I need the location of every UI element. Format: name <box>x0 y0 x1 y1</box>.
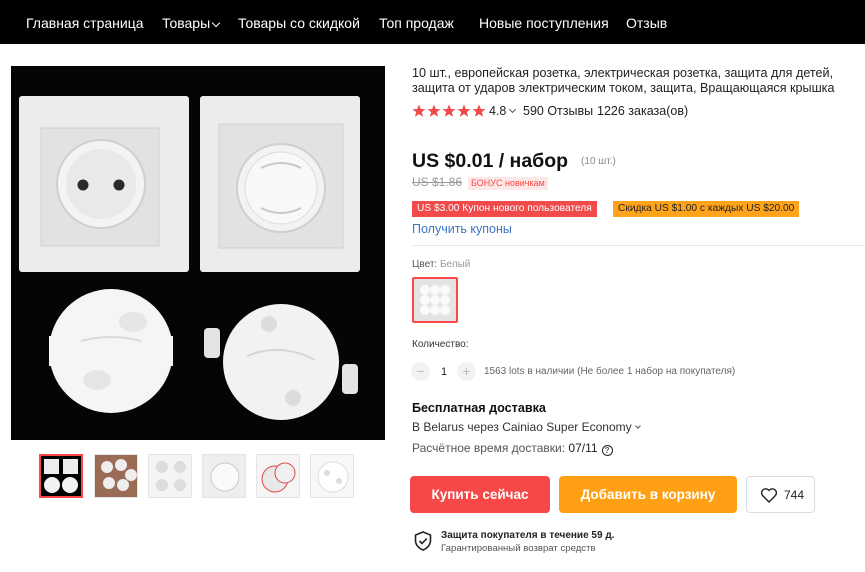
product-title: 10 шт., европейская розетка, электрическ… <box>412 66 835 95</box>
top-navigation-bar: Главная страница Товары Товары со скидко… <box>0 0 865 44</box>
rating-value: 4.8 <box>489 104 507 118</box>
thumbnail-2[interactable] <box>94 454 138 498</box>
nav-item-home[interactable]: Главная страница <box>26 0 144 44</box>
thumbnail-3[interactable] <box>148 454 192 498</box>
thumbnail-image <box>257 455 299 497</box>
socket-covers-illustration <box>11 66 385 440</box>
buyer-protection-subtitle: Гарантированный возврат средств <box>441 543 596 554</box>
wishlist-button[interactable]: 744 <box>746 476 815 513</box>
chevron-down-icon <box>211 18 221 28</box>
rating-stars-icon <box>412 104 486 117</box>
discount-coupon[interactable]: Скидка US $1.00 с каждых US $20.00 <box>613 201 800 217</box>
divider <box>412 245 865 246</box>
thumbnail-4[interactable] <box>202 454 246 498</box>
color-value: Белый <box>439 259 471 270</box>
current-price: US $0.01 / набор <box>412 150 569 172</box>
old-price: US $1.86 <box>412 175 463 189</box>
color-swatch-white[interactable] <box>412 277 458 323</box>
quantity-decrease-button[interactable]: − <box>411 362 430 381</box>
nav-item-label: Отзыв <box>626 15 668 31</box>
buyer-protection-title: Защита покупателя в течение 59 д. <box>441 530 615 541</box>
nav-item-products[interactable]: Товары <box>162 0 221 44</box>
nav-item-label: Главная страница <box>26 15 144 31</box>
main-product-image[interactable] <box>11 66 385 440</box>
nav-item-label: Новые поступления <box>479 15 609 31</box>
thumbnail-image <box>203 455 245 497</box>
shipping-title: Бесплатная доставка <box>412 401 546 415</box>
chevron-down-icon <box>634 423 641 429</box>
shipping-destination: В Belarus через Cainiao Super Economy <box>412 420 632 434</box>
stock-info: 1563 lots в наличии (Не более 1 набор на… <box>484 366 736 377</box>
chevron-down-icon[interactable] <box>508 105 517 114</box>
nav-item-new-arrivals[interactable]: Новые поступления <box>479 0 609 44</box>
reviews-link[interactable]: 590 Отзывы <box>523 103 593 119</box>
shield-check-icon <box>414 531 432 551</box>
color-label: Цвет: Белый <box>412 259 470 270</box>
thumbnail-image <box>311 455 353 497</box>
thumbnail-image <box>95 455 137 497</box>
nav-item-label: Топ продаж <box>379 15 454 31</box>
bonus-badge: БОНУС новичкам <box>468 177 548 190</box>
delivery-estimate: Расчётное время доставки: 07/11? <box>412 441 613 456</box>
orders-count: 1226 заказа(ов) <box>597 104 689 118</box>
price-unit: (10 шт.) <box>581 156 616 167</box>
quantity-label: Количество: <box>412 339 469 350</box>
color-label-text: Цвет: <box>412 259 438 270</box>
nav-item-feedback[interactable]: Отзыв <box>626 0 667 44</box>
thumbnail-1[interactable] <box>39 454 83 498</box>
wishlist-count: 744 <box>784 488 805 502</box>
nav-item-label: Товары <box>162 15 211 31</box>
nav-item-discounted[interactable]: Товары со скидкой <box>238 0 360 44</box>
thumbnail-6[interactable] <box>310 454 354 498</box>
swatch-image <box>414 279 456 321</box>
buy-now-button[interactable]: Купить сейчас <box>410 476 550 513</box>
thumbnail-image <box>41 456 81 496</box>
question-icon[interactable]: ? <box>601 445 613 456</box>
thumbnail-5[interactable] <box>256 454 300 498</box>
eta-label: Расчётное время доставки: <box>412 441 566 455</box>
get-coupons-link[interactable]: Получить купоны <box>412 222 512 236</box>
nav-item-top-sales[interactable]: Топ продаж <box>379 0 454 44</box>
heart-icon <box>761 488 777 503</box>
quantity-increase-button[interactable]: + <box>457 362 476 381</box>
nav-item-label: Товары со скидкой <box>238 15 360 31</box>
shipping-method-selector[interactable]: В Belarus через Cainiao Super Economy <box>412 420 641 434</box>
eta-value: 07/11 <box>568 441 598 455</box>
quantity-input[interactable] <box>432 362 456 381</box>
new-user-coupon[interactable]: US $3.00 Купон нового пользователя <box>412 201 597 217</box>
thumbnail-image <box>149 455 191 497</box>
add-to-cart-button[interactable]: Добавить в корзину <box>559 476 737 513</box>
